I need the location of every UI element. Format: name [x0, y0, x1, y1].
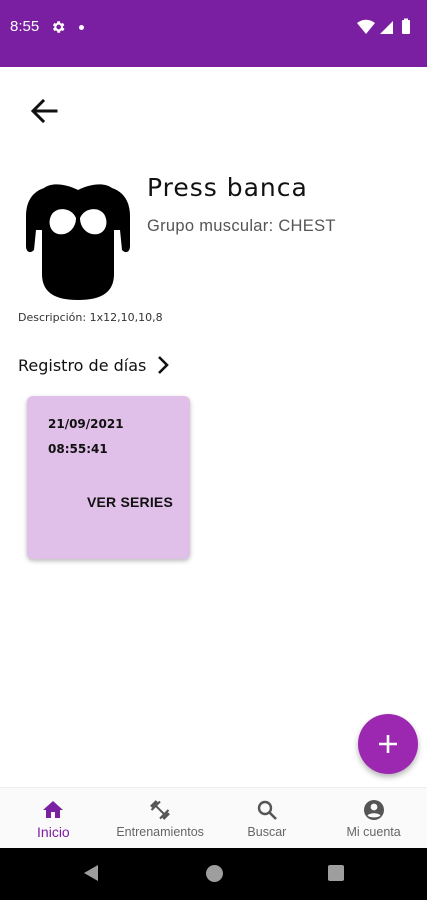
nav-label: Buscar — [247, 825, 287, 839]
add-button[interactable] — [358, 714, 418, 774]
notification-dot — [79, 25, 84, 30]
system-nav-bar — [0, 848, 427, 900]
nav-label: Mi cuenta — [346, 825, 401, 839]
signal-icon — [380, 21, 393, 34]
home-icon — [43, 801, 64, 818]
ver-series-button[interactable]: VER SERIES — [87, 494, 173, 510]
exercise-description: Descripción: 1x12,10,10,8 — [18, 311, 163, 324]
battery-icon — [402, 18, 410, 34]
card-time: 08:55:41 — [48, 442, 108, 456]
nav-item-mi-cuenta[interactable]: Mi cuenta — [320, 788, 427, 848]
status-bar: 8:55 — [0, 0, 427, 67]
day-card[interactable]: 21/09/2021 08:55:41 VER SERIES — [27, 396, 190, 559]
nav-item-inicio[interactable]: Inicio — [0, 788, 107, 848]
plus-icon — [379, 735, 397, 753]
status-icons — [357, 18, 410, 34]
home-circle-icon[interactable] — [206, 865, 223, 882]
recents-square-icon[interactable] — [328, 865, 344, 881]
nav-item-buscar[interactable]: Buscar — [214, 788, 321, 848]
exercise-title: Press banca — [147, 173, 308, 202]
arrow-left-icon[interactable] — [24, 92, 64, 132]
chest-muscle-icon — [26, 184, 130, 300]
chevron-right-icon — [158, 356, 170, 374]
nav-label: Entrenamientos — [116, 825, 204, 839]
registro-label: Registro de días — [18, 355, 147, 375]
search-icon — [257, 800, 277, 820]
card-date: 21/09/2021 — [48, 417, 124, 431]
nav-label: Inicio — [37, 824, 70, 840]
wifi-icon — [357, 19, 375, 34]
registro-link[interactable]: Registro de días — [18, 353, 170, 377]
gear-icon — [52, 21, 65, 33]
nav-item-entrenamientos[interactable]: Entrenamientos — [107, 788, 214, 848]
account-icon — [363, 800, 384, 820]
dumbbell-icon — [150, 800, 171, 820]
bottom-nav: Inicio Entrenamientos Buscar Mi cuenta — [0, 787, 427, 848]
status-time: 8:55 — [10, 18, 40, 35]
muscle-group: Grupo muscular: CHEST — [147, 217, 336, 235]
back-triangle-icon[interactable] — [83, 864, 99, 882]
